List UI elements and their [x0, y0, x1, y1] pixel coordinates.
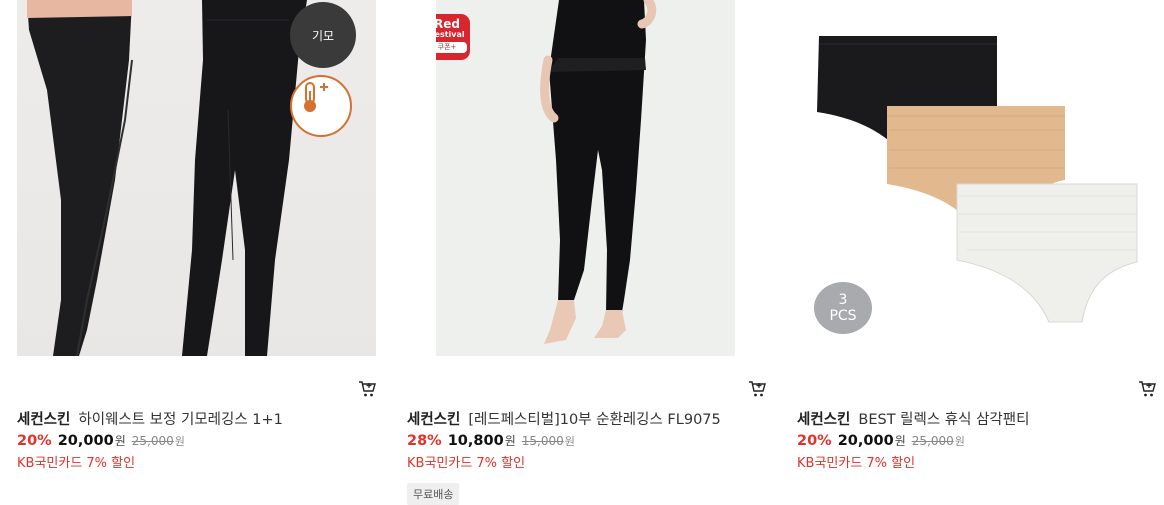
- product-image[interactable]: Red Festival 쿠폰+: [436, 0, 735, 356]
- product-name: BEST 릴렉스 휴식 삼각팬티: [858, 412, 1030, 428]
- coupon-badge-label: 쿠폰+: [436, 42, 467, 53]
- product-title[interactable]: 세컨스킨 [레드페스티벌]10부 순환레깅스 FL9075: [407, 408, 721, 429]
- brand-name: 세컨스킨: [797, 412, 851, 428]
- product-card[interactable]: 기모 세컨스킨 하이웨스트 보정 기모레깅스 1+1 20% 20,000 원 2…: [17, 0, 387, 505]
- original-currency-unit: 원: [954, 435, 965, 448]
- discount-rate: 20%: [17, 433, 52, 449]
- add-to-cart-icon[interactable]: [748, 380, 766, 398]
- product-title[interactable]: 세컨스킨 BEST 릴렉스 휴식 삼각팬티: [797, 408, 1029, 429]
- product-title[interactable]: 세컨스킨 하이웨스트 보정 기모레깅스 1+1: [17, 408, 283, 429]
- add-to-cart-icon[interactable]: [358, 380, 376, 398]
- red-festival-badge: Red Festival 쿠폰+: [436, 14, 470, 60]
- original-price: 25,000: [911, 434, 954, 448]
- currency-unit: 원: [504, 434, 516, 448]
- card-discount-text: KB국민카드 7% 할인: [407, 456, 526, 471]
- fleece-badge-label: 기모: [311, 28, 335, 43]
- sale-price: 20,000: [57, 433, 114, 449]
- event-badge-line1: Red: [436, 17, 460, 31]
- original-currency-unit: 원: [564, 435, 575, 448]
- original-price: 15,000: [521, 434, 564, 448]
- sale-price: 10,800: [447, 433, 504, 449]
- product-name: 하이웨스트 보정 기모레깅스 1+1: [78, 412, 283, 428]
- currency-unit: 원: [894, 434, 906, 448]
- brand-name: 세컨스킨: [407, 412, 461, 428]
- event-badge-line2: Festival: [436, 30, 465, 39]
- price-row: 20% 20,000 원 25,000 원: [17, 432, 185, 449]
- thermometer-plus-icon: [290, 75, 352, 137]
- currency-unit: 원: [114, 434, 126, 448]
- card-discount-text: KB국민카드 7% 할인: [17, 456, 136, 471]
- piece-count: 3: [838, 292, 848, 308]
- product-name: [레드페스티벌]10부 순환레깅스 FL9075: [468, 412, 721, 428]
- free-shipping-tag: 무료배송: [407, 483, 460, 505]
- price-row: 20% 20,000 원 25,000 원: [797, 432, 965, 449]
- product-image[interactable]: 3 PCS: [797, 0, 1156, 356]
- add-to-cart-icon[interactable]: [1138, 380, 1156, 398]
- piece-count-badge: 3 PCS: [814, 282, 872, 334]
- product-card[interactable]: Red Festival 쿠폰+ 세컨스킨 [레드페스티벌]10부 순환레깅스 F…: [407, 0, 777, 505]
- original-price: 25,000: [131, 434, 174, 448]
- price-row: 28% 10,800 원 15,000 원: [407, 432, 575, 449]
- product-image[interactable]: 기모: [17, 0, 376, 356]
- product-card[interactable]: 3 PCS 세컨스킨 BEST 릴렉스 휴식 삼각팬티 20% 20,000 원 …: [797, 0, 1164, 505]
- discount-rate: 28%: [407, 433, 442, 449]
- sale-price: 20,000: [837, 433, 894, 449]
- discount-rate: 20%: [797, 433, 832, 449]
- card-discount-text: KB국민카드 7% 할인: [797, 456, 916, 471]
- piece-unit: PCS: [829, 308, 857, 324]
- brand-name: 세컨스킨: [17, 412, 71, 428]
- fleece-badge: 기모: [290, 2, 356, 68]
- original-currency-unit: 원: [174, 435, 185, 448]
